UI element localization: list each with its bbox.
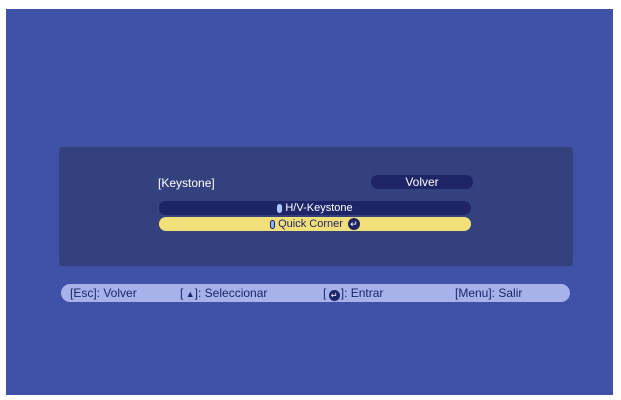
radio-indicator-icon	[270, 219, 276, 229]
projector-screen: [Keystone] Volver H/V-Keystone Quick Cor…	[6, 9, 613, 395]
help-enter: [ ↵]: Entrar	[323, 284, 383, 302]
enter-icon: ↵	[347, 218, 360, 230]
option-quick-corner[interactable]: Quick Corner ↵	[159, 217, 471, 231]
help-enter-prefix: [	[323, 286, 327, 300]
option-label: H/V-Keystone	[285, 202, 353, 214]
up-down-arrow-icon: ▲​	[185, 289, 195, 299]
help-menu: [Menu]: Salir	[455, 286, 523, 300]
radio-indicator-icon	[277, 203, 283, 213]
option-label: Quick Corner	[278, 218, 343, 230]
help-select: [ ▲​]: Seleccionar	[180, 284, 267, 303]
help-select-suffix: ]: Seleccionar	[194, 286, 268, 300]
help-select-prefix: [	[180, 286, 184, 300]
keystone-menu-panel: [Keystone] Volver H/V-Keystone Quick Cor…	[59, 147, 573, 266]
menu-title: [Keystone]	[158, 176, 215, 190]
help-esc: [Esc]: Volver	[70, 286, 137, 300]
help-enter-suffix: ]: Entrar	[340, 286, 384, 300]
help-bar: [Esc]: Volver [ ▲​]: Seleccionar [ ↵]: E…	[61, 284, 570, 302]
enter-icon: ↵	[328, 290, 340, 301]
option-hv-keystone[interactable]: H/V-Keystone	[159, 201, 471, 215]
back-button[interactable]: Volver	[371, 175, 473, 189]
